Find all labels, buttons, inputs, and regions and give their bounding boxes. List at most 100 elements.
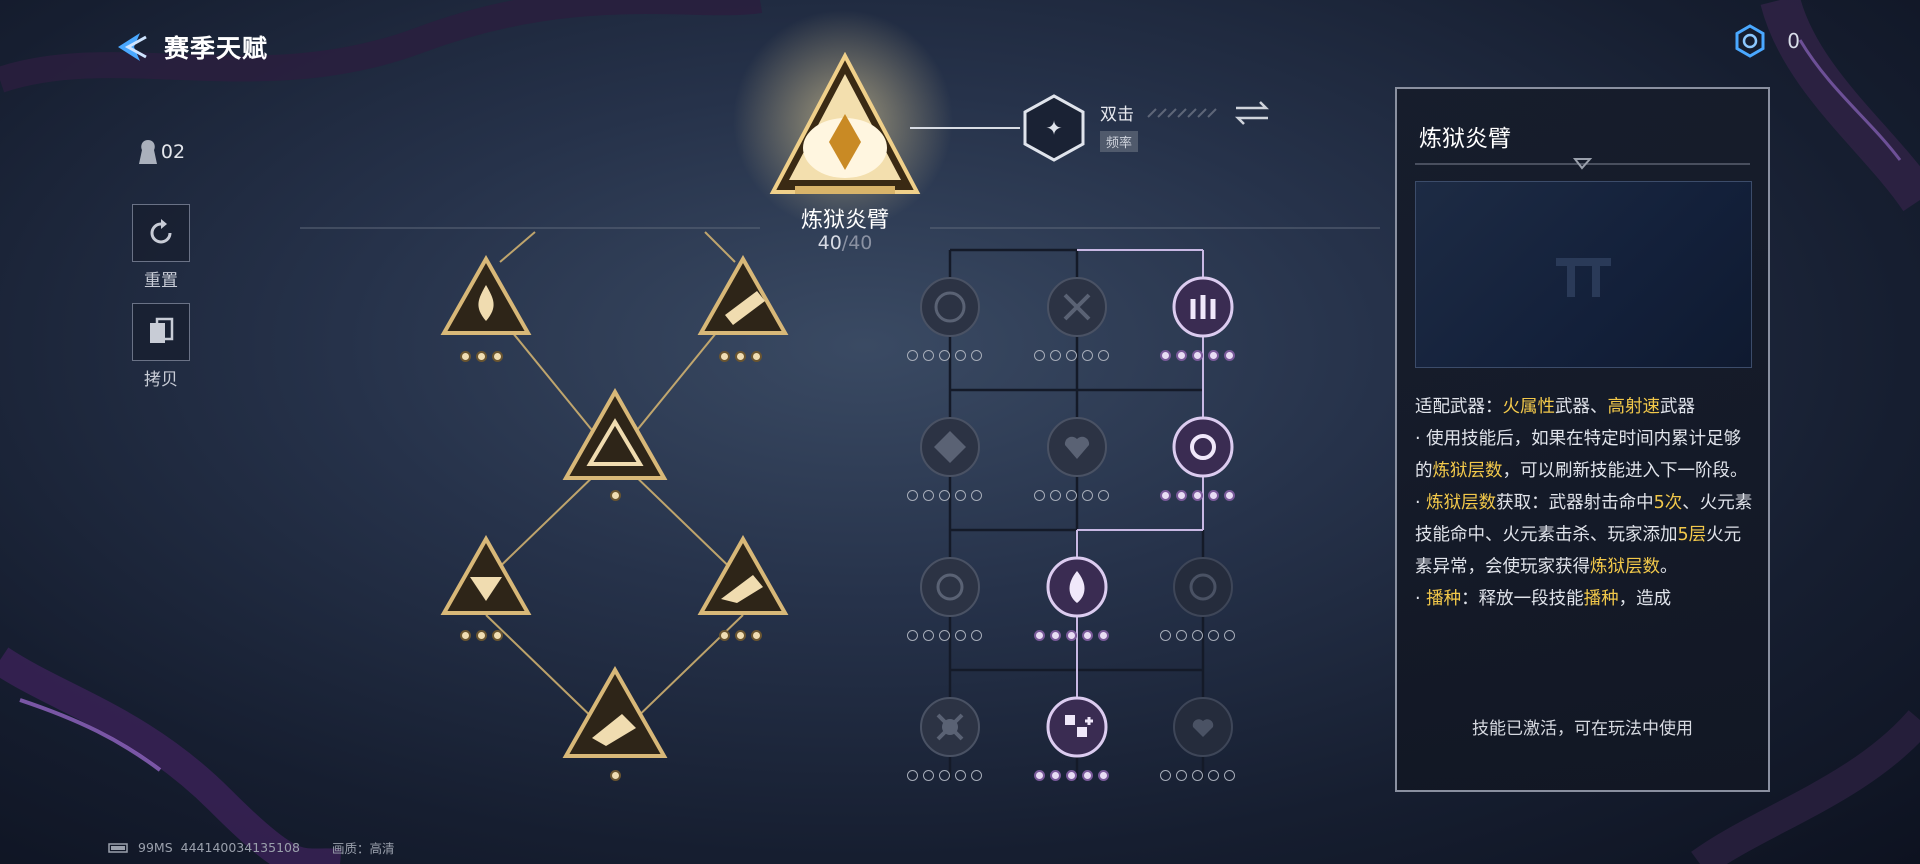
grid-node-r1c3[interactable]: [1171, 275, 1235, 339]
level-dot: [1034, 350, 1045, 361]
node-level-dots: [1034, 770, 1109, 781]
level-dot: [923, 350, 934, 361]
level-dot: [1160, 350, 1171, 361]
level-dot: [1066, 770, 1077, 781]
desc-highlight: 5层: [1677, 525, 1707, 545]
grid-node-r3c2[interactable]: [1045, 555, 1109, 619]
level-dot: [1176, 770, 1187, 781]
ping-value: 99MS: [138, 840, 173, 855]
desc-highlight: 播种: [1426, 589, 1462, 609]
grid-node-r1c1[interactable]: [918, 275, 982, 339]
grid-node-r1c2[interactable]: [1045, 275, 1109, 339]
desc-highlight: 播种: [1583, 589, 1619, 609]
level-dot: [751, 630, 762, 641]
level-dot: [460, 351, 471, 362]
node-level-dots: [1034, 350, 1109, 361]
grid-node-r4c2[interactable]: [1045, 695, 1109, 759]
level-dot: [939, 350, 950, 361]
panel-status-text: 技能已激活，可在玩法中使用: [1472, 719, 1693, 739]
keystone-node[interactable]: [765, 52, 925, 202]
level-dot: [971, 490, 982, 501]
level-dot: [1050, 490, 1061, 501]
level-dot: [1034, 770, 1045, 781]
level-dot: [971, 350, 982, 361]
level-dot: [1066, 490, 1077, 501]
level-dot: [907, 350, 918, 361]
node-level-dots: [1034, 490, 1109, 501]
panel-description: 适配武器：火属性武器、高射速武器 · 使用技能后，如果在特定时间内累计足够的炼狱…: [1415, 391, 1757, 615]
grid-node-r2c2[interactable]: [1045, 415, 1109, 479]
level-dot: [1192, 770, 1203, 781]
gold-node-bottom[interactable]: [562, 666, 668, 762]
keystone-progress: 40/40: [780, 232, 910, 254]
node-level-dots: [1160, 770, 1235, 781]
grid-node-r4c3[interactable]: [1171, 695, 1235, 759]
level-dot: [1224, 770, 1235, 781]
desc-text: ，可以刷新技能进入下一阶段。: [1502, 461, 1748, 481]
linked-skill-tag: 频率: [1100, 131, 1139, 152]
node-level-dots: [610, 490, 621, 501]
node-level-dots: [1160, 490, 1235, 501]
level-dot: [1082, 630, 1093, 641]
desc-line-weapons: 适配武器：火属性武器、高射速武器: [1415, 391, 1757, 423]
desc-highlight: 炼狱层数: [1426, 493, 1497, 513]
gold-node-scroll[interactable]: [697, 255, 789, 337]
level-dot: [971, 770, 982, 781]
node-level-dots: [460, 630, 503, 641]
grid-node-r2c3[interactable]: [1171, 415, 1235, 479]
level-dot: [719, 351, 730, 362]
node-level-dots: [1034, 630, 1109, 641]
node-level-dots: [719, 351, 762, 362]
panel-divider: [1415, 158, 1750, 170]
talent-detail-panel: 炼狱炎臂 适配武器：火属性武器、高射速武器 · 使用技能后，如果在特定时间内累计…: [1395, 87, 1770, 792]
level-dot: [1082, 770, 1093, 781]
level-dot: [735, 351, 746, 362]
swap-icon[interactable]: [1232, 100, 1272, 126]
grid-node-r4c1[interactable]: [918, 695, 982, 759]
grid-node-r3c3[interactable]: [1171, 555, 1235, 619]
node-level-dots: [1160, 350, 1235, 361]
desc-para-1: · 使用技能后，如果在特定时间内累计足够的炼狱层数，可以刷新技能进入下一阶段。: [1415, 423, 1757, 487]
level-dot: [1176, 350, 1187, 361]
level-dot: [1098, 350, 1109, 361]
level-dot: [1176, 630, 1187, 641]
level-dot: [1050, 630, 1061, 641]
gold-node-down-triangle[interactable]: [440, 535, 532, 617]
player-id: 444140034135108: [180, 840, 300, 855]
linked-skill-icon[interactable]: ✦: [1020, 93, 1088, 163]
level-dot: [955, 490, 966, 501]
level-dot: [955, 770, 966, 781]
level-dot: [1160, 770, 1171, 781]
desc-text: 适配武器：: [1415, 397, 1503, 417]
level-dot: [1176, 490, 1187, 501]
level-dot: [1098, 770, 1109, 781]
placeholder-logo-icon: [1556, 258, 1611, 297]
desc-text: 获取：武器射击命中: [1496, 493, 1654, 513]
level-dot: [476, 351, 487, 362]
graphics-quality: 画质：高清: [331, 841, 395, 856]
desc-text: ：释放一段技能: [1461, 589, 1584, 609]
talent-preview-image: [1415, 181, 1752, 368]
grid-node-r3c1[interactable]: [918, 555, 982, 619]
level-dot: [1034, 490, 1045, 501]
keystone-name: 炼狱炎臂: [800, 208, 889, 233]
level-dot: [923, 770, 934, 781]
desc-highlight: 火属性: [1502, 397, 1556, 417]
grid-node-r2c1[interactable]: [918, 415, 982, 479]
gold-node-center-top[interactable]: [562, 388, 668, 484]
level-dot: [1050, 770, 1061, 781]
level-dot: [923, 490, 934, 501]
level-dot: [923, 630, 934, 641]
desc-text: 武器、: [1555, 397, 1608, 417]
node-level-dots: [719, 630, 762, 641]
level-dot: [1224, 350, 1235, 361]
node-level-dots: [1160, 630, 1235, 641]
level-dot: [939, 490, 950, 501]
gold-node-fire[interactable]: [440, 255, 532, 337]
level-dot: [492, 630, 503, 641]
gold-node-arm[interactable]: [697, 535, 789, 617]
level-dot: [1098, 630, 1109, 641]
panel-title: 炼狱炎臂: [1419, 126, 1511, 152]
level-dot: [1224, 490, 1235, 501]
desc-highlight: 炼狱层数: [1432, 461, 1503, 481]
